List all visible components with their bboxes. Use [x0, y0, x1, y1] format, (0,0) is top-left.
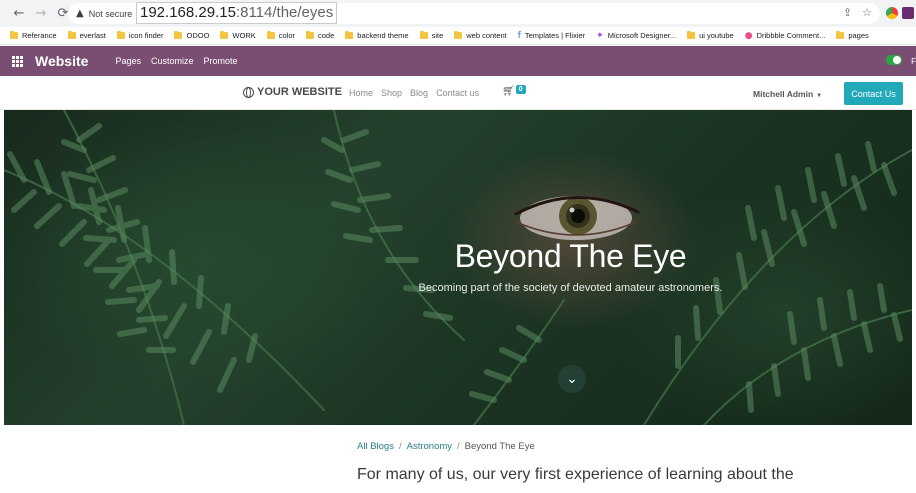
folder-icon	[687, 31, 696, 39]
browser-toolbar: ← → ⟳ ▲ Not secure 192.168.29.15:8114/th…	[0, 0, 916, 27]
chrome-extension-icon[interactable]	[886, 7, 898, 19]
bookmark-label: backend theme	[357, 31, 409, 40]
folder-icon	[836, 31, 845, 39]
folder-icon	[220, 31, 229, 39]
site-header: YOUR WEBSITE Home Shop Blog Contact us 🛒…	[0, 76, 916, 110]
menu-pages[interactable]: Pages	[115, 56, 141, 66]
menu-promote[interactable]: Promote	[203, 56, 237, 66]
folder-icon	[116, 31, 125, 39]
bookmark-label: ui youtube	[699, 31, 734, 40]
nav-blog[interactable]: Blog	[410, 88, 428, 98]
address-bar[interactable]: ▲ Not secure 192.168.29.15:8114/the/eyes…	[68, 2, 880, 24]
nav-contact[interactable]: Contact us	[436, 88, 479, 98]
security-indicator[interactable]: ▲ Not secure	[76, 8, 132, 19]
bookmark-item[interactable]: ✦ Microsoft Designer...	[596, 31, 676, 41]
bookmark-label: code	[318, 31, 335, 40]
bookmark-label: pages	[848, 31, 869, 40]
breadcrumb: All Blogs / Astronomy / Beyond The Eye	[357, 441, 535, 452]
bookmark-label: site	[431, 31, 444, 40]
globe-icon	[243, 86, 254, 98]
bookmark-label: color	[278, 31, 296, 40]
bookmark-label: web content	[466, 31, 507, 40]
bookmark-item[interactable]: ● Dribbble Comment...	[745, 31, 826, 41]
edge-label: F	[911, 57, 916, 66]
bookmark-label: everlast	[79, 31, 106, 40]
nav-shop[interactable]: Shop	[381, 88, 402, 98]
warning-icon: ▲	[76, 8, 84, 19]
bookmark-item[interactable]: web content	[454, 31, 507, 40]
star-icon[interactable]: ☆	[862, 6, 872, 19]
publish-toggle[interactable]	[886, 55, 902, 65]
scroll-down-button[interactable]: ⌄	[558, 365, 586, 393]
bookmark-label: icon finder	[128, 31, 164, 40]
dribbble-icon: ●	[744, 30, 753, 41]
bookmark-item[interactable]: ODOO	[174, 31, 209, 40]
app-brand[interactable]: Website	[35, 53, 88, 69]
folder-icon	[67, 31, 76, 39]
bookmark-label: Templates | Flixier	[524, 31, 586, 40]
flixier-icon: f	[517, 30, 521, 41]
bookmark-item[interactable]: backend theme	[345, 31, 409, 40]
breadcrumb-all-blogs[interactable]: All Blogs	[357, 441, 394, 452]
folder-icon	[345, 31, 354, 39]
bookmark-label: ODOO	[186, 31, 210, 40]
bookmark-item[interactable]: f Templates | Flixier	[518, 31, 585, 41]
cart-link[interactable]: 🛒︎ 0	[502, 85, 526, 97]
bookmark-item[interactable]: ui youtube	[687, 31, 734, 40]
bookmark-item[interactable]: site	[419, 31, 444, 40]
breadcrumb-astronomy[interactable]: Astronomy	[407, 441, 452, 452]
share-icon[interactable]: ⇪	[843, 6, 852, 19]
url-path: :8114/the/eyes	[235, 4, 334, 21]
site-logo[interactable]: YOUR WEBSITE	[243, 86, 342, 98]
breadcrumb-separator: /	[398, 441, 402, 452]
user-menu[interactable]: Mitchell Admin ▼	[753, 89, 822, 99]
contact-us-button[interactable]: Contact Us	[844, 82, 903, 105]
bookmark-item[interactable]: WORK	[220, 31, 256, 40]
breadcrumb-separator: /	[457, 441, 460, 452]
bookmark-item[interactable]: icon finder	[116, 31, 164, 40]
hero-banner: Beyond The Eye Becoming part of the soci…	[4, 110, 912, 425]
apps-grid-icon[interactable]	[12, 55, 23, 67]
top-menu: Pages Customize Promote	[115, 56, 237, 66]
menu-customize[interactable]: Customize	[151, 56, 194, 66]
chevron-down-icon: ⌄	[566, 371, 578, 387]
folder-icon	[419, 31, 428, 39]
folder-icon	[306, 31, 315, 39]
breadcrumb-current: Beyond The Eye	[464, 441, 535, 452]
cart-icon: 🛒︎	[502, 86, 515, 97]
bookmark-item[interactable]: Referance	[10, 31, 57, 40]
bookmark-item[interactable]: color	[266, 31, 296, 40]
folder-icon	[174, 31, 183, 39]
caret-down-icon: ▼	[816, 93, 823, 99]
url-text[interactable]: 192.168.29.15:8114/the/eyes	[136, 2, 338, 24]
security-label: Not secure	[88, 8, 133, 19]
url-host: 192.168.29.15	[140, 4, 236, 21]
back-icon[interactable]: ←	[10, 5, 28, 23]
folder-icon	[10, 31, 18, 39]
purple-extension-icon[interactable]	[902, 7, 914, 19]
bookmark-item[interactable]: everlast	[67, 31, 106, 40]
bookmark-item[interactable]: pages	[836, 31, 869, 40]
forward-icon[interactable]: →	[32, 5, 50, 23]
bookmark-label: Referance	[22, 31, 57, 40]
bookmarks-bar: Referance everlast icon finder ODOO WORK colo…	[0, 27, 916, 45]
cart-count-badge: 0	[515, 85, 526, 94]
site-nav: Home Shop Blog Contact us	[349, 88, 479, 98]
hero-title: Beyond The Eye	[454, 238, 687, 274]
hero-subtitle: Becoming part of the society of devoted …	[418, 282, 723, 294]
logo-text: YOUR WEBSITE	[257, 86, 342, 98]
folder-icon	[454, 31, 463, 39]
bookmark-item[interactable]: code	[306, 31, 334, 40]
designer-icon: ✦	[596, 30, 604, 41]
odoo-top-bar: Website Pages Customize Promote F	[0, 46, 916, 76]
bookmark-label: WORK	[232, 31, 256, 40]
bookmark-label: Dribbble Comment...	[756, 31, 826, 40]
user-name: Mitchell Admin	[753, 89, 814, 99]
nav-home[interactable]: Home	[349, 88, 373, 98]
folder-icon	[266, 31, 275, 39]
article-lead: For many of us, our very first experienc…	[357, 466, 794, 483]
bookmark-label: Microsoft Designer...	[607, 31, 677, 40]
